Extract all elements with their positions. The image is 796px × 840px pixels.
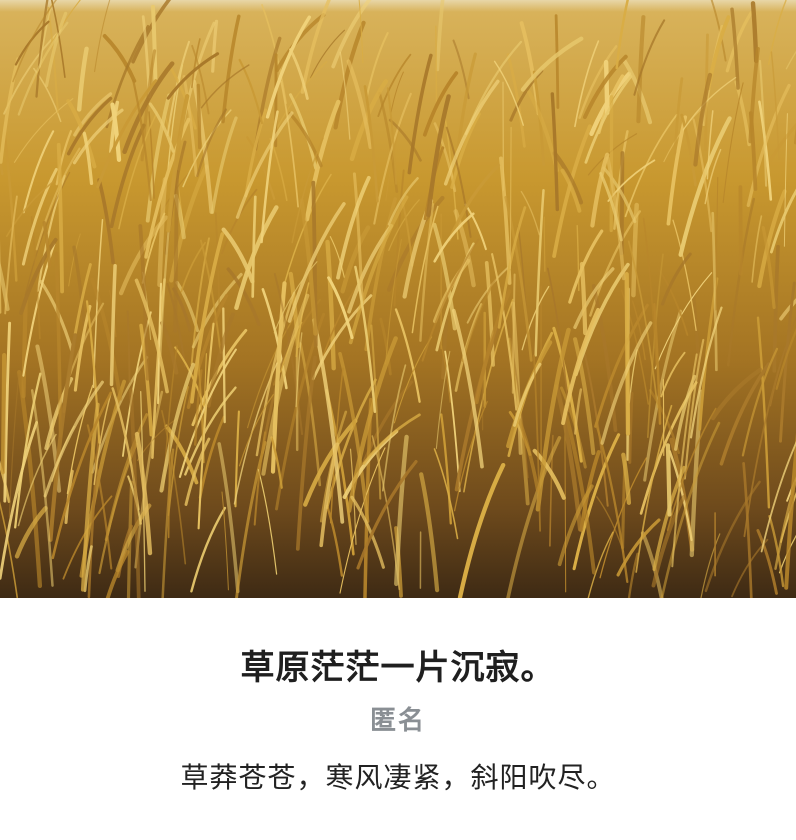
quote-title: 草原茫茫一片沉寂。 (240, 648, 556, 688)
quote-card: 草原茫茫一片沉寂。 匿名 草莽苍苍，寒风凄紧，斜阳吹尽。 (0, 0, 796, 840)
grass-blade (665, 443, 672, 517)
grass-blade (603, 59, 610, 116)
grass-blade (196, 83, 202, 150)
grass-blade (554, 14, 560, 109)
grass-blade (21, 294, 28, 399)
grass-blade (738, 185, 743, 276)
rice-field-photo (0, 0, 796, 598)
quote-author: 匿名 (369, 706, 426, 736)
grass-blade (151, 4, 158, 82)
grass-blade (173, 169, 179, 333)
grass-blade (167, 433, 171, 539)
quote-body: 草莽苍苍，寒风凄紧，斜阳吹尽。 (180, 761, 616, 794)
grass-blade (624, 271, 631, 436)
rice-field-illustration (0, 0, 796, 598)
grass-blade (222, 307, 226, 424)
grass-blade (543, 216, 546, 272)
quote-text-block: 草原茫茫一片沉寂。 匿名 草莽苍苍，寒风凄紧，斜阳吹尽。 (0, 598, 796, 840)
grass-blade (0, 353, 7, 475)
grass-blade (435, 25, 438, 111)
